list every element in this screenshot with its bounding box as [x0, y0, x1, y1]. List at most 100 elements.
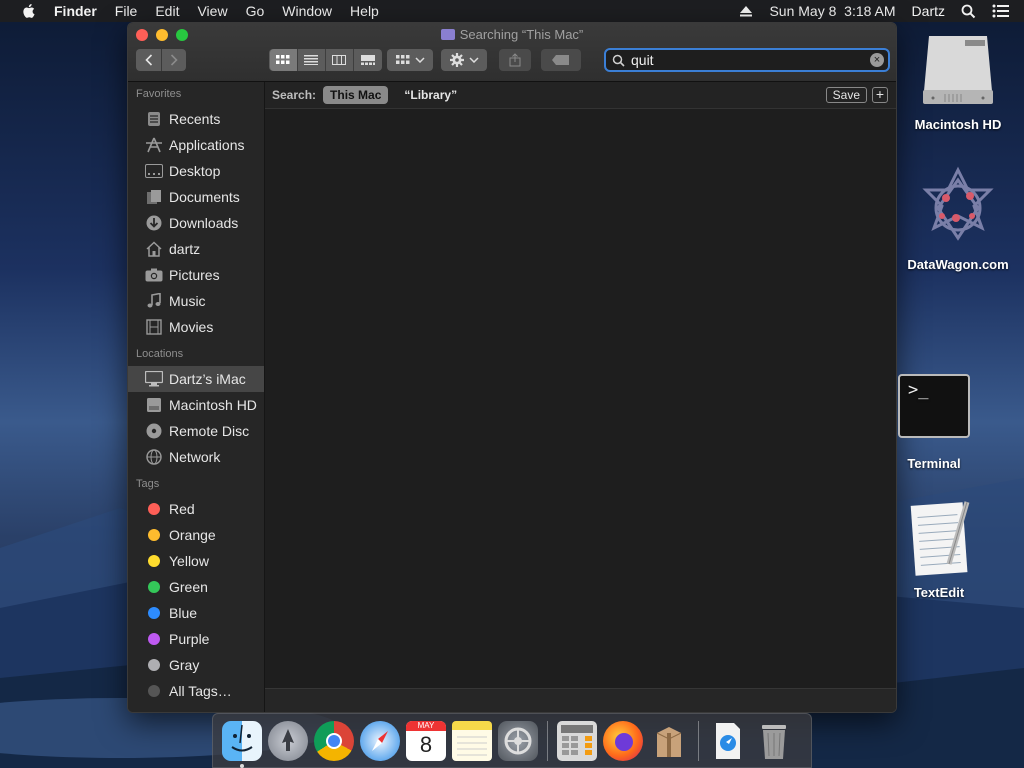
menu-view[interactable]: View	[197, 3, 227, 19]
sidebar-tag-orange[interactable]: Orange	[128, 522, 264, 548]
sidebar-item-documents[interactable]: Documents	[128, 184, 264, 210]
calendar-icon[interactable]: MAY 8	[406, 720, 446, 761]
sidebar-item-label: Pictures	[169, 267, 220, 283]
apple-logo-icon[interactable]	[20, 2, 38, 20]
sidebar-item-home[interactable]: dartz	[128, 236, 264, 262]
system-preferences-icon[interactable]	[498, 720, 538, 761]
save-search-button[interactable]: Save	[825, 87, 867, 103]
sidebar-item-macintosh-hd[interactable]: Macintosh HD	[128, 392, 264, 418]
documents-icon	[145, 188, 163, 206]
calendar-day: 8	[419, 731, 433, 757]
tag-icon	[552, 55, 569, 65]
sidebar-tag-purple[interactable]: Purple	[128, 626, 264, 652]
downloads-stack-icon[interactable]	[708, 721, 748, 761]
desktop-item-macintosh-hd[interactable]: Macintosh HD	[906, 32, 1010, 132]
green-tag-dot-icon	[148, 581, 160, 593]
downloads-icon	[145, 214, 163, 232]
list-view-button[interactable]	[298, 49, 326, 71]
spotlight-search-icon[interactable]	[961, 4, 976, 19]
sidebar-tag-blue[interactable]: Blue	[128, 600, 264, 626]
menu-help[interactable]: Help	[350, 3, 379, 19]
film-icon	[145, 318, 163, 336]
action-menu-button[interactable]	[441, 49, 487, 71]
icon-view-icon	[276, 55, 290, 64]
running-indicator	[240, 763, 244, 768]
menu-user[interactable]: Dartz	[912, 3, 945, 19]
sidebar-item-network[interactable]: Network	[128, 444, 264, 470]
column-view-icon	[332, 55, 346, 65]
search-results-area[interactable]: Search: This Mac “Library” Save +	[265, 82, 896, 712]
sidebar-item-label: Network	[169, 449, 221, 465]
status-bar	[265, 688, 896, 712]
firefox-icon[interactable]	[603, 720, 643, 761]
desktop-icon	[145, 162, 163, 180]
column-view-button[interactable]	[326, 49, 354, 71]
menu-go[interactable]: Go	[246, 3, 265, 19]
sidebar-tag-all-tags[interactable]: All Tags…	[128, 678, 264, 704]
sidebar-item-downloads[interactable]: Downloads	[128, 210, 264, 236]
search-input[interactable]	[631, 52, 870, 68]
sidebar-item-remote-disc[interactable]: Remote Disc	[128, 418, 264, 444]
menu-file[interactable]: File	[115, 3, 138, 19]
menu-window[interactable]: Window	[282, 3, 332, 19]
orange-tag-dot-icon	[148, 529, 160, 541]
search-scope-bar: Search: This Mac “Library” Save +	[265, 82, 896, 109]
share-button[interactable]	[499, 49, 531, 71]
gallery-view-button[interactable]	[354, 49, 382, 71]
sidebar-item-imac[interactable]: Dartz’s iMac	[128, 366, 264, 392]
desktop-item-terminal[interactable]: >_ Terminal	[894, 374, 974, 471]
trash-icon[interactable]	[754, 721, 794, 761]
sidebar-tag-red[interactable]: Red	[128, 496, 264, 522]
gallery-view-icon	[360, 55, 375, 65]
group-by-button[interactable]	[387, 49, 433, 71]
sidebar-item-label: Orange	[169, 527, 216, 543]
sidebar-tag-yellow[interactable]: Yellow	[128, 548, 264, 574]
desktop-item-label: Macintosh HD	[914, 117, 1002, 132]
hard-drive-icon	[923, 36, 993, 104]
desktop-item-label: TextEdit	[913, 585, 965, 600]
desktop-item-label: Terminal	[907, 456, 961, 471]
chrome-icon[interactable]	[314, 720, 354, 761]
home-icon	[145, 240, 163, 258]
sidebar-item-applications[interactable]: Applications	[128, 132, 264, 158]
search-field[interactable]: ×	[604, 48, 890, 72]
sidebar-item-desktop[interactable]: Desktop	[128, 158, 264, 184]
desktop-item-textedit[interactable]: TextEdit	[896, 498, 982, 600]
scope-library-button[interactable]: “Library”	[404, 88, 457, 102]
menu-app-name[interactable]: Finder	[54, 3, 97, 19]
calculator-icon[interactable]	[557, 720, 597, 761]
scope-this-mac-button[interactable]: This Mac	[323, 86, 389, 104]
notes-icon[interactable]	[452, 720, 492, 761]
notification-center-icon[interactable]	[992, 4, 1010, 18]
datawagon-icon	[922, 166, 994, 241]
edit-tags-button[interactable]	[541, 49, 581, 71]
menu-clock[interactable]: Sun May 8 3:18 AM	[769, 3, 895, 19]
sidebar-tag-gray[interactable]: Gray	[128, 652, 264, 678]
sidebar-item-pictures[interactable]: Pictures	[128, 262, 264, 288]
safari-icon[interactable]	[360, 720, 400, 761]
sidebar-item-label: All Tags…	[169, 683, 232, 699]
menu-edit[interactable]: Edit	[155, 3, 179, 19]
search-icon	[612, 54, 625, 67]
eject-icon[interactable]	[739, 5, 753, 17]
forward-button[interactable]	[161, 49, 185, 71]
sidebar-item-music[interactable]: Music	[128, 288, 264, 314]
launchpad-icon[interactable]	[268, 720, 308, 761]
sidebar-tag-green[interactable]: Green	[128, 574, 264, 600]
sidebar-item-label: Macintosh HD	[169, 397, 257, 413]
add-criteria-button[interactable]: +	[872, 87, 888, 103]
window-title: Searching “This Mac”	[128, 27, 896, 42]
menu-bar: Finder File Edit View Go Window Help Sun…	[0, 0, 1024, 22]
sidebar-item-movies[interactable]: Movies	[128, 314, 264, 340]
sidebar-item-recents[interactable]: Recents	[128, 106, 264, 132]
purple-tag-dot-icon	[148, 633, 160, 645]
finder-icon[interactable]	[222, 720, 262, 768]
desktop-item-datawagon[interactable]: DataWagon.com	[900, 166, 1016, 272]
sidebar: Favorites Recents Applications Desktop D…	[128, 82, 265, 712]
music-note-icon	[145, 292, 163, 310]
clear-search-icon[interactable]: ×	[870, 53, 884, 67]
icon-view-button[interactable]	[269, 49, 298, 71]
archive-utility-icon[interactable]	[649, 721, 689, 761]
textedit-icon	[910, 501, 970, 576]
back-button[interactable]	[137, 49, 161, 71]
